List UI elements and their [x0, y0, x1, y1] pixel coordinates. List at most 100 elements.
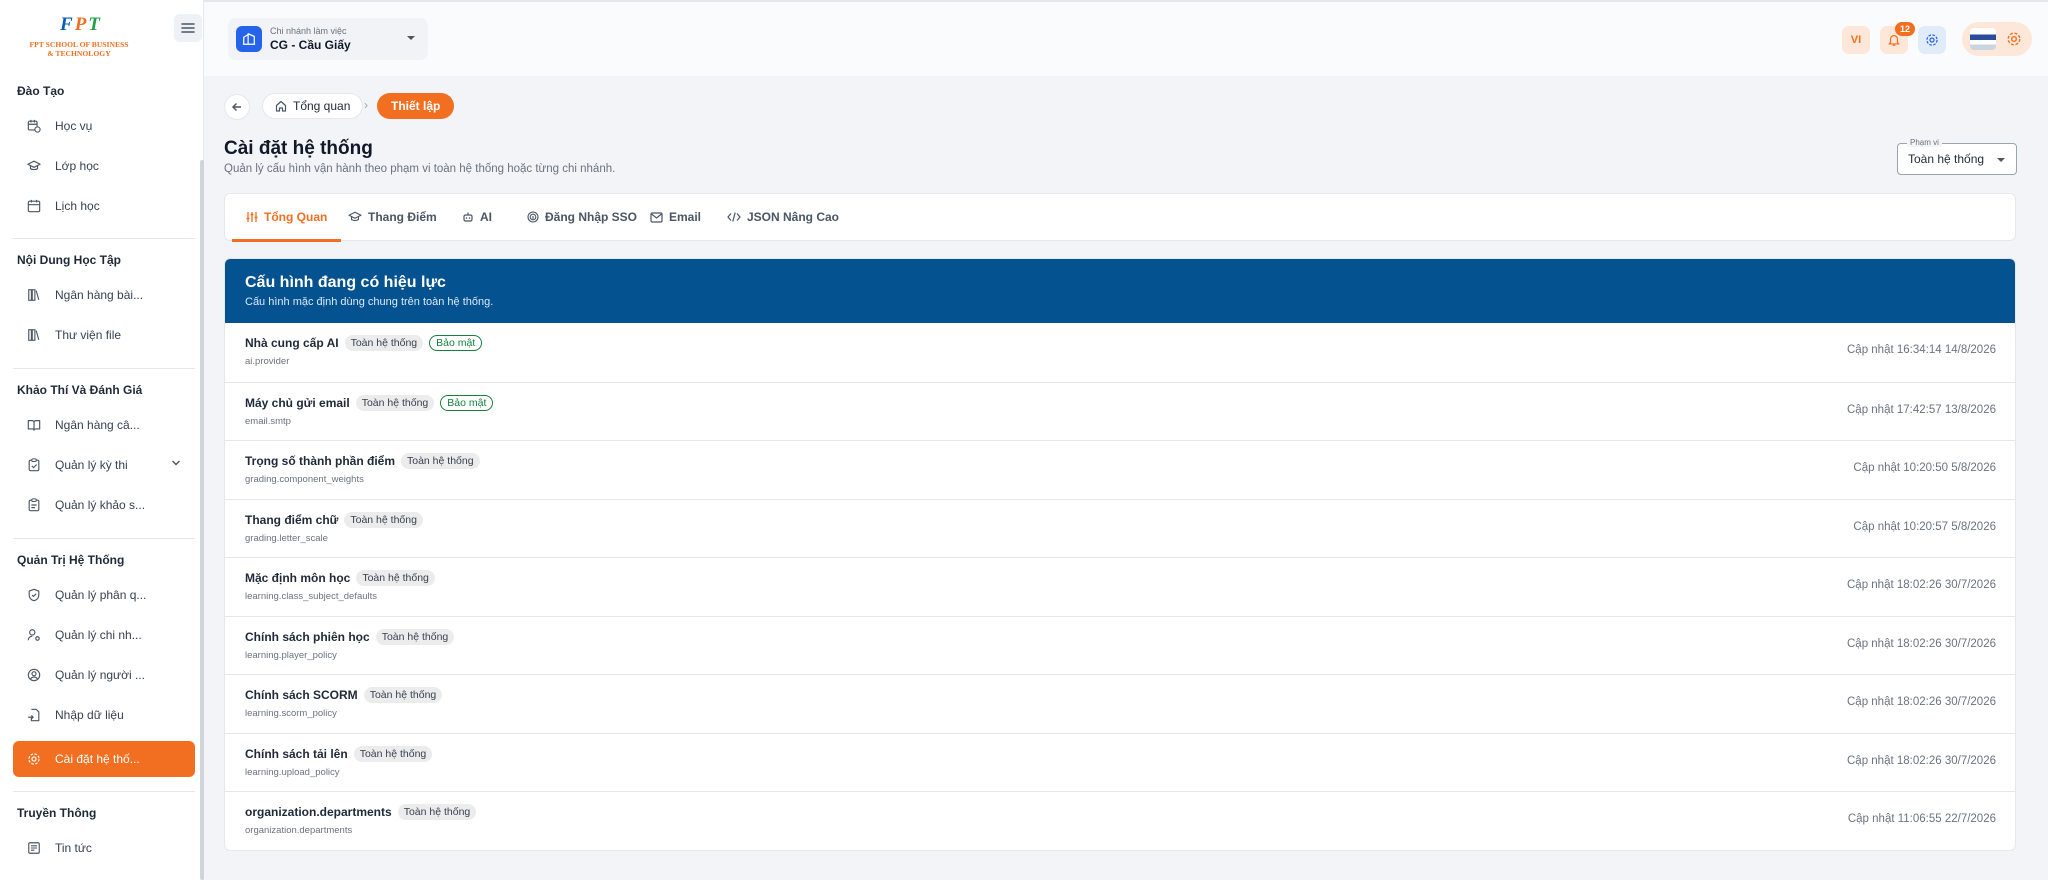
sidebar-item-lop-hoc[interactable]: Lớp học: [13, 148, 195, 184]
config-name: Thang điểm chữ: [245, 512, 339, 527]
config-row[interactable]: Chính sách phiên học Toàn hệ thống learni…: [225, 615, 2015, 675]
section-title-dao-tao: Đào Tạo: [17, 84, 65, 98]
config-row[interactable]: Chính sách tải lên Toàn hệ thống learning…: [225, 732, 2015, 792]
sidebar-item-label: Tin tức: [55, 841, 92, 855]
sidebar-nav: Đào Tạo Học vụ Lớp học Lịch học Nội Dung…: [0, 76, 204, 880]
sidebar-item-label: Học vụ: [55, 119, 93, 133]
sidebar-item-nhap-du-lieu[interactable]: Nhập dữ liệu: [13, 697, 195, 733]
shield-icon: [28, 588, 40, 602]
scope-tag: Toàn hệ thống: [356, 570, 435, 586]
sidebar-item-thu-vien-file[interactable]: Thư viện file: [13, 317, 195, 353]
breadcrumb-current[interactable]: Thiết lập: [377, 93, 455, 119]
config-name: Nhà cung cấp AI: [245, 336, 339, 350]
book-open-icon: [27, 420, 41, 431]
sidebar-scrollbar[interactable]: [200, 160, 204, 880]
fpt-logo[interactable]: FPT FPT SCHOOL OF BUSINESS & TECHNOLOGY: [18, 14, 140, 62]
sidebar-item-label: Thư viện file: [55, 328, 122, 342]
sidebar-item-nguoi-dung[interactable]: Quản lý người ...: [13, 657, 195, 693]
section-title-khao-thi: Khảo Thí Và Đánh Giá: [17, 383, 143, 397]
breadcrumb-home[interactable]: Tổng quan: [262, 93, 364, 119]
tab-email[interactable]: Email: [650, 194, 701, 240]
section-title-quan-tri: Quản Trị Hệ Thống: [17, 553, 125, 567]
config-row[interactable]: organization.departments Toàn hệ thống or…: [225, 791, 2015, 850]
library-icon: [28, 289, 40, 301]
config-updated: Cập nhật 16:34:14 14/8/2026: [1847, 344, 1996, 356]
sidebar-item-quan-ly-khao-sat[interactable]: Quản lý khảo s...: [13, 487, 195, 523]
sidebar-item-chi-nhanh[interactable]: Quản lý chi nh...: [13, 617, 195, 653]
sidebar-item-cai-dat-he-thong[interactable]: Cài đặt hệ thố...: [13, 741, 195, 777]
tab-thang-diem[interactable]: Thang Điểm: [348, 194, 437, 240]
menu-toggle-button[interactable]: [174, 14, 202, 42]
newspaper-icon: [28, 842, 40, 854]
sidebar-item-tin-tuc[interactable]: Tin tức: [13, 830, 195, 866]
arrow-left-icon: [232, 103, 241, 111]
robot-icon: [463, 212, 473, 222]
gear-icon: [1926, 34, 1938, 46]
config-name: Máy chủ gửi email: [245, 395, 350, 410]
sidebar-item-label: Nhập dữ liệu: [55, 708, 124, 722]
chevron-down-icon[interactable]: [171, 459, 181, 467]
sidebar-item-label: Quản lý phân q...: [55, 588, 147, 602]
sidebar-divider: [13, 238, 195, 239]
config-updated: Cập nhật 17:42:57 13/8/2026: [1847, 403, 1996, 416]
config-name: Trọng số thành phần điểm: [245, 454, 395, 468]
card-subtitle: Cấu hình mặc định dùng chung trên toàn h…: [245, 296, 494, 308]
active-config-card: Cấu hình đang có hiệu lực Cấu hình mặc đ…: [224, 258, 2016, 851]
config-key: learning.upload_policy: [245, 766, 340, 778]
scope-tag: Toàn hệ thống: [397, 804, 477, 820]
tab-json-nang-cao[interactable]: JSON Nâng Cao: [727, 194, 839, 240]
config-list: Nhà cung cấp AI Toàn hệ thống Bảo mật ai.p…: [225, 323, 2015, 850]
sidebar-item-phan-quyen[interactable]: Quản lý phân q...: [13, 577, 195, 613]
gear-icon: [28, 753, 40, 765]
calendar-icon: [27, 199, 41, 213]
config-key: learning.scorm_policy: [245, 708, 337, 719]
sidebar-item-label: Quản lý kỳ thi: [55, 458, 128, 472]
file-import-icon: [27, 708, 40, 722]
config-key: ai.provider: [245, 356, 290, 367]
tab-sso[interactable]: Đăng Nhập SSO: [527, 194, 637, 240]
scope-value: Toàn hệ thống: [1908, 152, 1985, 166]
tab-ai[interactable]: AI: [462, 194, 492, 240]
sidebar-item-ngan-hang-cau[interactable]: Ngân hàng câ...: [13, 407, 195, 443]
scope-tag: Toàn hệ thống: [363, 687, 443, 703]
language-button[interactable]: VI: [1842, 26, 1870, 54]
caret-down-icon: [407, 36, 415, 40]
scope-label: Phạm vi: [1907, 138, 1942, 147]
graduation-cap-icon: [348, 211, 362, 222]
branch-selector[interactable]: Chi nhánh làm việc CG - Cầu Giấy: [228, 18, 428, 60]
sidebar-item-quan-ly-ky-thi[interactable]: Quản lý kỳ thi: [13, 447, 195, 483]
config-updated: Cập nhật 10:20:50 5/8/2026: [1853, 462, 1996, 474]
config-row[interactable]: Mặc định môn học Toàn hệ thống learning.c…: [225, 557, 2015, 616]
settings-button[interactable]: [1918, 26, 1946, 54]
back-button[interactable]: [224, 94, 250, 120]
notification-badge: 12: [1895, 22, 1915, 36]
scope-select[interactable]: Phạm vi Toàn hệ thống: [1897, 138, 2017, 175]
config-key: grading.component_weights: [245, 474, 364, 485]
config-row[interactable]: Máy chủ gửi email Toàn hệ thống Bảo mật em…: [225, 381, 2015, 441]
config-updated: Cập nhật 18:02:26 30/7/2026: [1847, 637, 1996, 650]
config-row[interactable]: Nhà cung cấp AI Toàn hệ thống Bảo mật ai.p…: [225, 323, 2015, 382]
sidebar-divider: [13, 791, 195, 792]
config-row[interactable]: Thang điểm chữ Toàn hệ thống grading.lett…: [225, 498, 2015, 558]
code-icon: [727, 212, 741, 222]
breadcrumb-home-label: Tổng quan: [293, 99, 351, 113]
logo-mark: FPT: [60, 14, 102, 35]
user-menu[interactable]: [1962, 22, 2032, 56]
sidebar-item-ngan-hang-bai[interactable]: Ngân hàng bài...: [13, 277, 195, 313]
sidebar-divider: [13, 368, 195, 369]
clipboard-list-icon: [28, 498, 40, 512]
config-row[interactable]: Chính sách SCORM Toàn hệ thống learning.s…: [225, 674, 2015, 733]
sidebar-item-hoc-vu[interactable]: Học vụ: [13, 108, 195, 144]
config-name: Chính sách phiên học: [245, 629, 370, 644]
sidebar-item-lich-hoc[interactable]: Lịch học: [13, 188, 195, 224]
tab-label: Email: [669, 210, 702, 224]
tab-label: AI: [480, 210, 492, 224]
tab-tong-quan[interactable]: Tổng Quan: [232, 194, 342, 242]
sidebar-item-label: Quản lý chi nh...: [55, 628, 142, 642]
config-row[interactable]: Trọng số thành phần điểm Toàn hệ thống gr…: [225, 440, 2015, 499]
scope-tag: Toàn hệ thống: [344, 335, 424, 351]
sliders-icon: [246, 211, 258, 222]
config-updated: Cập nhật 18:02:26 30/7/2026: [1847, 696, 1996, 708]
config-name: Chính sách SCORM: [245, 688, 358, 702]
sidebar-item-label: Quản lý người ...: [55, 668, 145, 682]
